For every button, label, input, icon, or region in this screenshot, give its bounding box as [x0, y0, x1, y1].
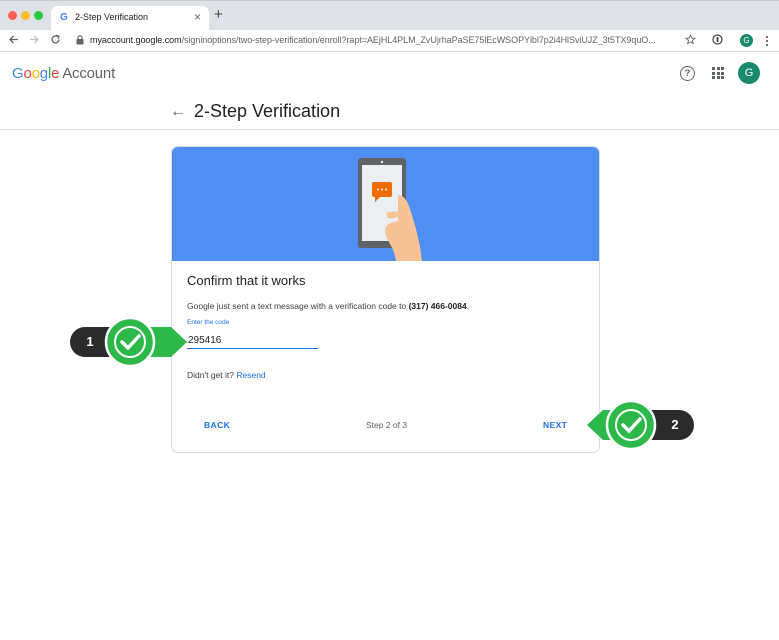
menu-icon[interactable] — [765, 35, 769, 47]
callout-2-number: 2 — [671, 417, 679, 432]
close-window-dot[interactable] — [8, 11, 17, 20]
verification-card: Confirm that it works Google just sent a… — [171, 146, 600, 453]
verification-code-input[interactable] — [187, 331, 318, 349]
url-text: myaccount.google.com/signinoptions/two-s… — [90, 35, 656, 45]
browser-toolbar: myaccount.google.com/signinoptions/two-s… — [0, 30, 779, 52]
google-logo-text: Google — [12, 65, 60, 82]
browser-tab[interactable]: G 2-Step Verification × — [51, 6, 209, 31]
apps-grid-icon[interactable] — [712, 67, 724, 79]
account-avatar[interactable]: G — [738, 62, 760, 84]
google-account-header: Google Account ? G ← 2-Step Verification — [0, 52, 779, 130]
resend-prompt: Didn't get it? — [187, 370, 234, 380]
tab-title: 2-Step Verification — [75, 12, 149, 22]
forward-icon[interactable] — [29, 34, 40, 45]
star-icon[interactable] — [685, 34, 696, 45]
phone-number: (317) 466-0084 — [408, 301, 467, 311]
browser-tab-bar: G 2-Step Verification × + — [0, 0, 779, 31]
code-field-label: Enter the code — [187, 319, 230, 326]
minimize-window-dot[interactable] — [21, 11, 30, 20]
resend-line: Didn't get it? Resend — [187, 370, 266, 380]
address-bar[interactable]: myaccount.google.com/signinoptions/two-s… — [66, 32, 698, 50]
callout-2: 2 — [585, 399, 695, 451]
account-logo-text: Account — [62, 65, 116, 82]
next-button[interactable]: NEXT — [543, 420, 567, 430]
help-icon[interactable]: ? — [680, 66, 695, 81]
zoom-window-dot[interactable] — [34, 11, 43, 20]
phone-hand-illustration — [358, 158, 422, 261]
phone-illustration-banner — [172, 147, 599, 261]
new-tab-icon[interactable]: + — [214, 7, 223, 22]
callout-1-number: 1 — [86, 334, 94, 349]
extension-icon[interactable] — [712, 34, 723, 45]
back-icon[interactable] — [8, 34, 19, 45]
callout-1: 1 — [69, 316, 189, 368]
step-indicator: Step 2 of 3 — [365, 420, 408, 430]
card-heading: Confirm that it works — [187, 273, 306, 288]
page-title: 2-Step Verification — [194, 101, 341, 121]
reload-icon[interactable] — [50, 34, 61, 45]
google-favicon-icon: G — [60, 12, 68, 23]
google-account-logo[interactable]: Google Account — [12, 65, 115, 82]
profile-avatar[interactable]: G — [740, 34, 753, 47]
lock-icon — [76, 35, 84, 45]
card-description: Google just sent a text message with a v… — [187, 301, 470, 311]
resend-link[interactable]: Resend — [236, 370, 265, 380]
back-arrow-icon[interactable]: ← — [170, 104, 186, 120]
tab-close-icon[interactable]: × — [194, 10, 201, 24]
